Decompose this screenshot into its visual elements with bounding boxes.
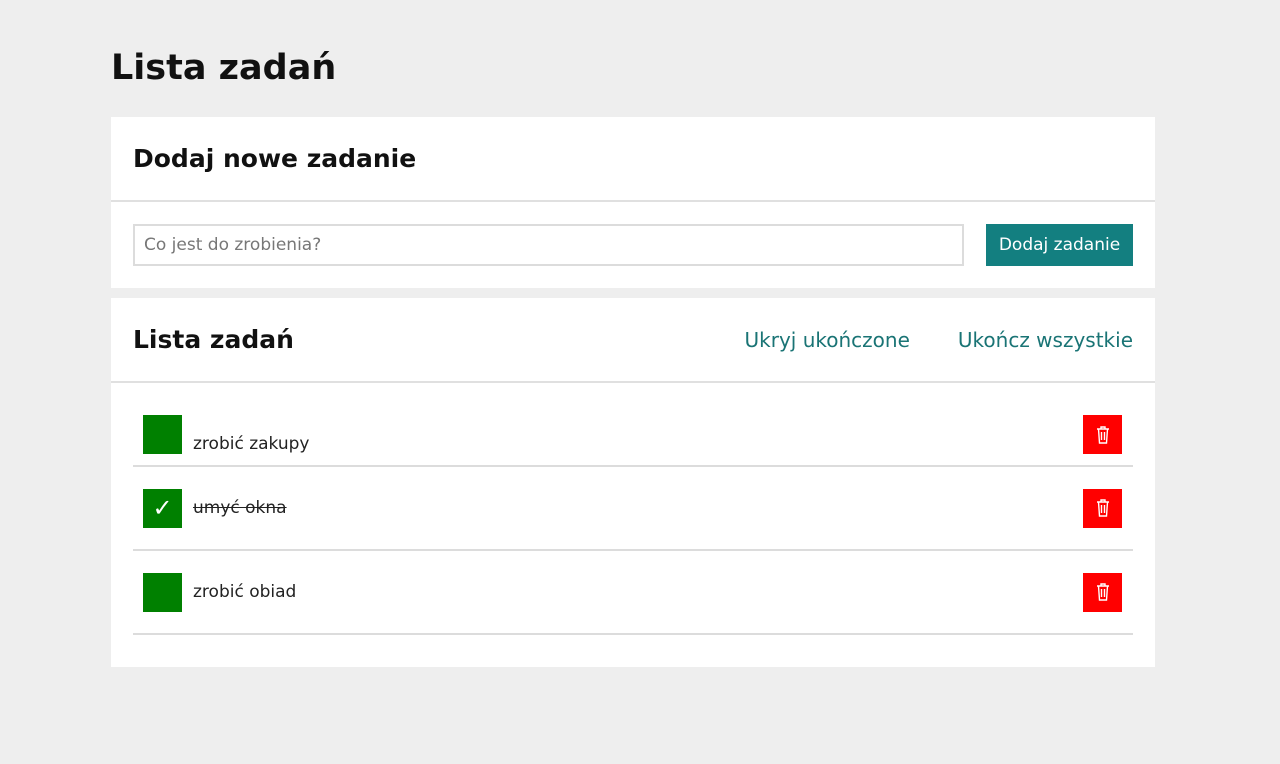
new-task-input[interactable]: [133, 224, 964, 266]
add-task-form: Dodaj zadanie: [111, 202, 1155, 288]
task-list-header: Lista zadań Ukryj ukończone Ukończ wszys…: [111, 298, 1155, 383]
task-list-title: Lista zadań: [133, 325, 294, 354]
delete-task-button[interactable]: [1083, 415, 1122, 454]
task-list-section: Lista zadań Ukryj ukończone Ukończ wszys…: [111, 298, 1155, 667]
hide-done-button[interactable]: Ukryj ukończone: [745, 328, 910, 352]
task-item: zrobić zakupy: [133, 398, 1133, 467]
task-list: zrobić zakupy ✓ umyć okna zrobić obiad: [111, 398, 1155, 635]
add-task-title: Dodaj nowe zadanie: [133, 144, 417, 173]
trash-icon: [1096, 425, 1109, 444]
add-task-header: Dodaj nowe zadanie: [111, 117, 1155, 202]
task-item: ✓ umyć okna: [133, 467, 1133, 551]
task-list-actions: Ukryj ukończone Ukończ wszystkie: [745, 328, 1133, 352]
page-title: Lista zadań: [111, 48, 337, 88]
add-task-section: Dodaj nowe zadanie Dodaj zadanie: [111, 117, 1155, 288]
task-checkbox[interactable]: ✓: [143, 488, 182, 528]
delete-task-button[interactable]: [1083, 572, 1122, 612]
task-text: umyć okna: [193, 498, 287, 518]
trash-icon: [1096, 583, 1109, 601]
task-item: zrobić obiad: [133, 551, 1133, 635]
task-checkbox[interactable]: [143, 572, 182, 612]
task-text: zrobić zakupy: [193, 434, 310, 454]
add-task-button[interactable]: Dodaj zadanie: [986, 224, 1133, 266]
task-text: zrobić obiad: [193, 582, 297, 602]
task-checkbox[interactable]: [143, 415, 182, 454]
complete-all-button[interactable]: Ukończ wszystkie: [958, 328, 1133, 352]
delete-task-button[interactable]: [1083, 488, 1122, 528]
trash-icon: [1096, 499, 1109, 517]
